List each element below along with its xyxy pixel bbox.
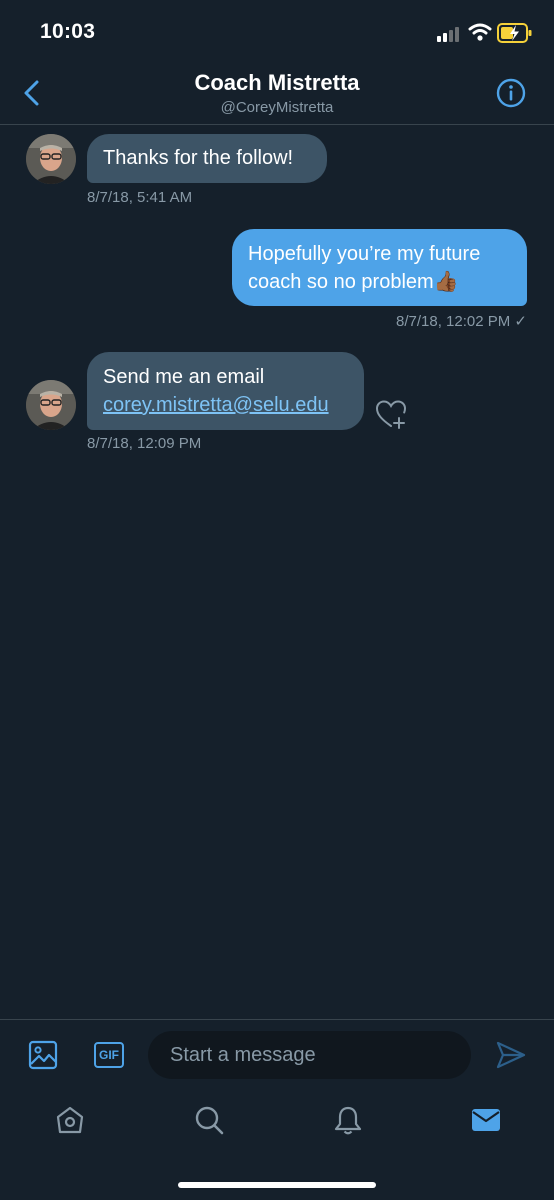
dm-conversation-screen: 10:03 Coach Mistretta @CoreyMistretta Th… — [0, 0, 554, 1200]
wifi-icon — [468, 23, 492, 41]
message-timestamp: 8/7/18, 12:02 PM ✓ — [396, 313, 527, 330]
message-composer: GIF — [0, 1019, 554, 1092]
conversation-header: Coach Mistretta @CoreyMistretta — [0, 62, 554, 125]
message-timestamp: 8/7/18, 5:41 AM — [87, 189, 193, 206]
thumbs-up-emoji: 👍🏾 — [433, 271, 459, 293]
message-bubble-received[interactable]: Send me an email corey.mistretta@selu.ed… — [87, 352, 364, 430]
info-icon[interactable] — [496, 78, 526, 108]
contact-handle: @CoreyMistretta — [220, 99, 334, 116]
battery-charging-icon — [497, 23, 532, 43]
email-link[interactable]: corey.mistretta@selu.edu — [103, 394, 329, 416]
image-icon[interactable] — [28, 1040, 58, 1070]
home-icon[interactable] — [54, 1104, 86, 1136]
message-text-line-2: coach so no problem👍🏾 — [248, 268, 511, 296]
home-indicator[interactable] — [178, 1182, 376, 1188]
search-icon[interactable] — [193, 1104, 225, 1136]
cellular-signal-icon — [437, 26, 463, 42]
contact-photo — [26, 380, 76, 430]
message-input[interactable] — [148, 1031, 471, 1079]
contact-avatar[interactable] — [26, 380, 76, 430]
mail-icon[interactable] — [470, 1104, 502, 1136]
contact-photo — [26, 134, 76, 184]
status-bar: 10:03 — [0, 0, 554, 62]
message-text: Thanks for the follow! — [103, 147, 294, 169]
message-timestamp: 8/7/18, 12:09 PM — [87, 435, 202, 452]
send-icon[interactable] — [495, 1040, 527, 1070]
contact-name[interactable]: Coach Mistretta — [0, 70, 554, 96]
message-bubble-sent[interactable]: Hopefully you’re my future coach so no p… — [232, 229, 527, 306]
message-text: coach so no problem — [248, 271, 434, 293]
message-bubble-received[interactable]: Thanks for the follow! — [87, 134, 327, 183]
bell-icon[interactable] — [332, 1104, 364, 1136]
message-text-line-1: Hopefully you’re my future — [248, 243, 481, 265]
bottom-tab-bar — [0, 1092, 554, 1152]
gif-button[interactable]: GIF — [94, 1042, 124, 1068]
message-text: Send me an email — [103, 366, 265, 388]
status-time: 10:03 — [40, 20, 96, 43]
contact-avatar[interactable] — [26, 134, 76, 184]
like-heart-plus-icon[interactable] — [375, 399, 407, 429]
